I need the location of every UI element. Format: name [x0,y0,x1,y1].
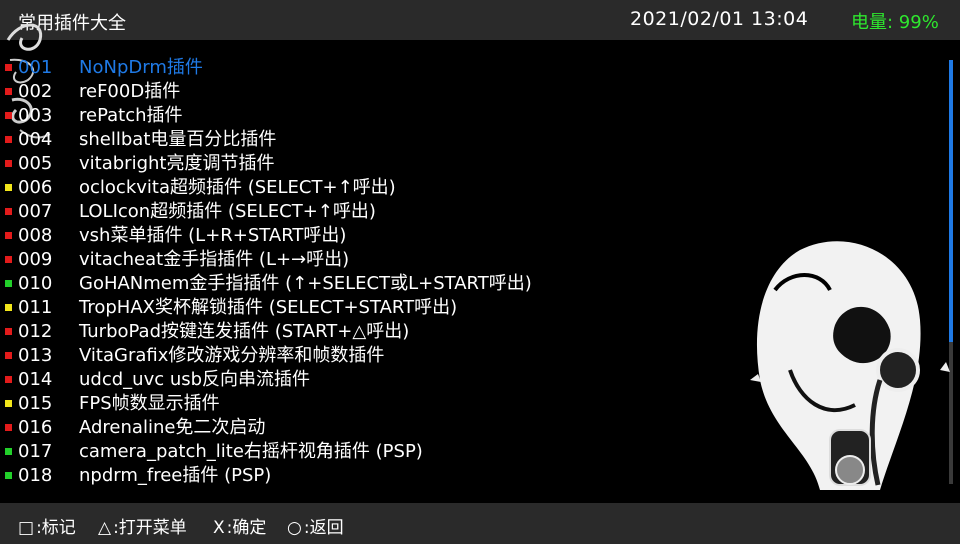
status-marker-icon [5,232,12,239]
plugin-number: 009 [18,249,53,270]
status-marker-icon [5,448,12,455]
plugin-list-item[interactable]: 006 oclockvita超频插件 (SELECT+↑呼出) [0,176,940,200]
status-bar: 常用插件大全 2021/02/01 13:04 电量: 99% [0,0,960,40]
plugin-number: 015 [18,393,53,414]
status-marker-icon [5,472,12,479]
plugin-label: vsh菜单插件 (L+R+START呼出) [79,225,347,246]
plugin-label: TropHAX奖杯解锁插件 (SELECT+START呼出) [79,297,458,318]
status-marker-icon [5,136,12,143]
plugin-number: 007 [18,201,53,222]
status-marker-icon [5,280,12,287]
plugin-label: camera_patch_lite右摇杆视角插件 (PSP) [79,441,423,462]
plugin-label: FPS帧数显示插件 [79,393,220,414]
plugin-number: 017 [18,441,53,462]
plugin-label: udcd_uvc usb反向串流插件 [79,369,311,390]
circle-button-icon: ○ [287,518,302,538]
status-marker-icon [5,88,12,95]
plugin-label: rePatch插件 [79,105,183,126]
plugin-number: 008 [18,225,53,246]
plugin-list-item[interactable]: 004 shellbat电量百分比插件 [0,128,940,152]
plugin-number: 011 [18,297,53,318]
plugin-number: 005 [18,153,53,174]
status-marker-icon [5,112,12,119]
control-hints-bar: □:标记 △:打开菜单 X:确定 ○:返回 [0,503,960,544]
status-marker-icon [5,424,12,431]
battery-indicator: 电量: 99% [851,12,939,33]
plugin-number: 001 [18,57,53,78]
square-button-icon: □ [18,518,35,538]
plugin-number: 003 [18,105,53,126]
plugin-label: reF00D插件 [79,81,181,102]
plugin-label: vitacheat金手指插件 (L+→呼出) [79,249,350,270]
plugin-list-item[interactable]: 003 rePatch插件 [0,104,940,128]
plugin-number: 004 [18,129,53,150]
plugin-list-item[interactable]: 002 reF00D插件 [0,80,940,104]
status-marker-icon [5,208,12,215]
status-marker-icon [5,328,12,335]
plugin-label: oclockvita超频插件 (SELECT+↑呼出) [79,177,396,198]
plugin-number: 013 [18,345,53,366]
hint-open-menu: △:打开菜单 [98,518,187,538]
plugin-label: NoNpDrm插件 [79,57,203,78]
plugin-number: 016 [18,417,53,438]
plugin-number: 014 [18,369,53,390]
plugin-label: npdrm_free插件 (PSP) [79,465,272,486]
status-marker-icon [5,376,12,383]
cross-button-icon: X [213,518,225,538]
status-marker-icon [5,64,12,71]
anime-girl-illustration [750,241,950,490]
plugin-label: TurboPad按键连发插件 (START+△呼出) [79,321,410,342]
datetime: 2021/02/01 13:04 [630,8,809,30]
plugin-label: VitaGrafix修改游戏分辨率和帧数插件 [79,345,385,366]
plugin-label: shellbat电量百分比插件 [79,129,277,150]
plugin-number: 012 [18,321,53,342]
plugin-number: 018 [18,465,53,486]
plugin-number: 002 [18,81,53,102]
plugin-label: vitabright亮度调节插件 [79,153,275,174]
status-marker-icon [5,352,12,359]
plugin-list-item[interactable]: 007 LOLIcon超频插件 (SELECT+↑呼出) [0,200,940,224]
hint-mark: □:标记 [18,518,76,538]
plugin-list-item[interactable]: 001 NoNpDrm插件 [0,56,940,80]
plugin-list-item[interactable]: 005 vitabright亮度调节插件 [0,152,940,176]
hint-back: ○:返回 [287,518,344,538]
status-marker-icon [5,160,12,167]
status-marker-icon [5,256,12,263]
status-marker-icon [5,400,12,407]
status-marker-icon [5,184,12,191]
hint-confirm: X:确定 [213,518,267,538]
plugin-label: LOLIcon超频插件 (SELECT+↑呼出) [79,201,376,222]
plugin-label: Adrenaline免二次启动 [79,417,266,438]
status-marker-icon [5,304,12,311]
plugin-label: GoHANmem金手指插件 (↑+SELECT或L+START呼出) [79,273,532,294]
plugin-number: 010 [18,273,53,294]
plugin-number: 006 [18,177,53,198]
triangle-button-icon: △ [98,518,112,538]
